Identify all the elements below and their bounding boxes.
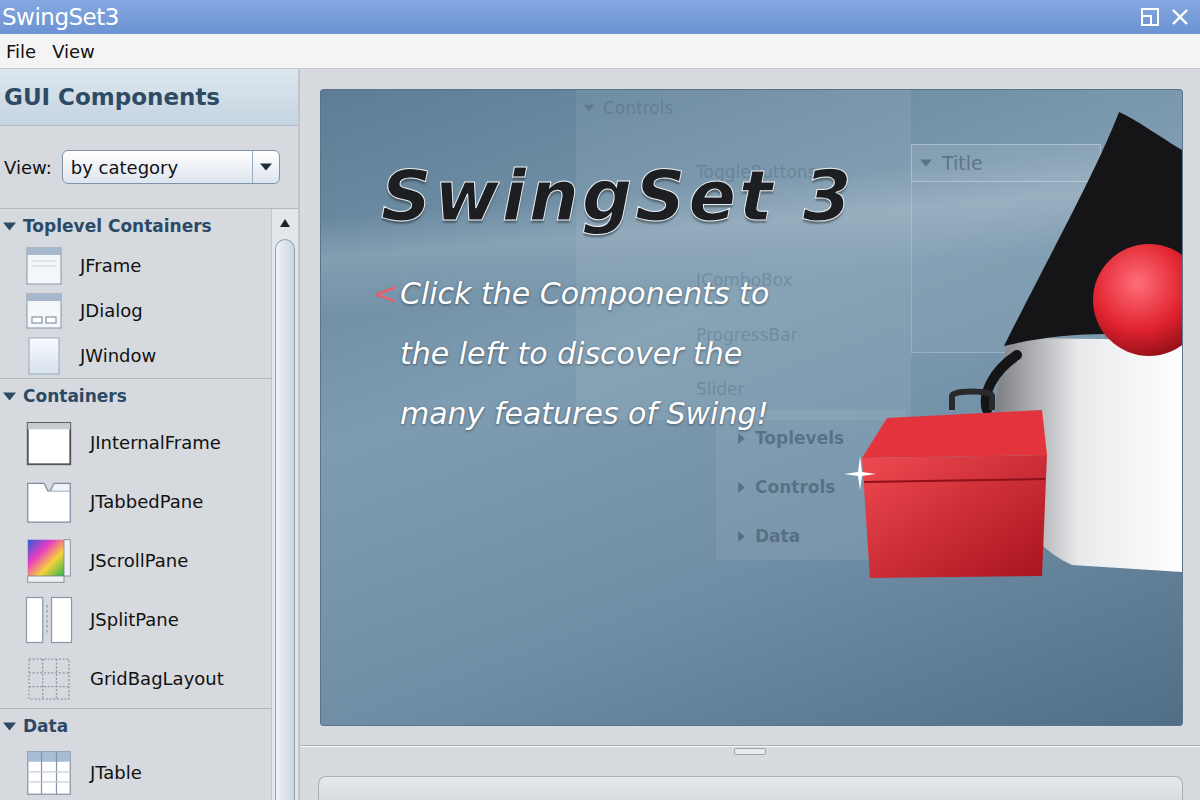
tagline-pointer: <: [373, 264, 400, 444]
scroll-up-button[interactable]: [272, 209, 298, 237]
scroll-thumb[interactable]: [275, 239, 295, 800]
ghost-arrow-icon: [920, 157, 932, 169]
dropdown-arrow-icon: [260, 161, 272, 173]
window-icon: [24, 336, 64, 376]
ghost-arrow-icon: [736, 433, 747, 444]
up-arrow-icon: [279, 218, 291, 228]
component-item[interactable]: JTable: [0, 743, 271, 800]
category-header[interactable]: Containers: [0, 378, 271, 413]
window-title: SwingSet3: [2, 4, 119, 30]
component-item[interactable]: JScrollPane: [0, 531, 271, 590]
divider-line: [300, 745, 1200, 746]
category-label: Toplevel Containers: [23, 216, 212, 236]
content: GUI Components View: by category Toplevel C…: [0, 69, 1200, 800]
component-item[interactable]: JFrame: [0, 243, 271, 288]
duke-mascot-icon: [842, 110, 1182, 580]
expand-arrow-icon: [3, 220, 16, 233]
combobox-arrow[interactable]: [252, 151, 279, 183]
component-label: JDialog: [80, 300, 143, 321]
combobox-value: by category: [63, 157, 178, 178]
swingset-window: SwingSet3 File View GUI Components View: by c…: [0, 0, 1200, 800]
ghost-column-title: Title: [942, 152, 983, 174]
tagline-line: many features of Swing!: [400, 384, 769, 444]
table-icon: [24, 748, 74, 798]
tagline-lines: Click the Components tothe left to disco…: [400, 264, 769, 444]
window-controls: [1140, 7, 1190, 27]
category: Toplevel Containers JFrame JDialog JWindow: [0, 209, 271, 378]
ghost-arrow-icon: [736, 482, 747, 493]
source-panel: [318, 776, 1183, 800]
tagline-line: the left to discover the: [400, 324, 769, 384]
category-label: Data: [23, 716, 68, 736]
menu-item[interactable]: File: [4, 39, 38, 64]
component-label: JScrollPane: [90, 550, 188, 571]
ghost-arrow-icon: [583, 102, 595, 114]
component-list-area: Toplevel Containers JFrame JDialog JWindow C…: [0, 209, 298, 800]
component-item[interactable]: JInternalFrame: [0, 413, 271, 472]
component-item[interactable]: JTabbedPane: [0, 472, 271, 531]
divider-handle[interactable]: [734, 748, 766, 755]
component-item[interactable]: GridBagLayout: [0, 649, 271, 708]
demo-area: ControlsToggleButtonsJComboBoxProgressBa…: [300, 69, 1200, 800]
frame-icon: [24, 246, 64, 286]
ghost-table-header: Title: [911, 144, 1101, 182]
expand-arrow-icon: [3, 390, 16, 403]
ghost-section: Toplevels: [736, 428, 844, 448]
list-scrollbar[interactable]: [271, 209, 298, 800]
view-combobox[interactable]: by category: [62, 150, 280, 184]
tabbedpane-icon: [24, 477, 74, 527]
ghost-header: Controls: [583, 98, 673, 118]
close-icon[interactable]: [1170, 7, 1190, 27]
view-row: View: by category: [0, 126, 298, 209]
component-label: JTabbedPane: [90, 491, 203, 512]
expand-arrow-icon: [3, 720, 16, 733]
view-label: View:: [4, 157, 52, 178]
split-divider[interactable]: [300, 726, 1200, 776]
splitpane-icon: [24, 595, 74, 645]
scrollpane-icon: [24, 536, 74, 586]
grid-icon: [24, 654, 74, 704]
category: Data JTable: [0, 708, 271, 800]
component-label: JFrame: [80, 255, 141, 276]
category-label: Containers: [23, 386, 127, 406]
component-item[interactable]: JWindow: [0, 333, 271, 378]
component-item[interactable]: JDialog: [0, 288, 271, 333]
category-header[interactable]: Data: [0, 708, 271, 743]
sidebar-title: GUI Components: [0, 69, 298, 126]
component-list: Toplevel Containers JFrame JDialog JWindow C…: [0, 209, 271, 800]
component-item[interactable]: JSplitPane: [0, 590, 271, 649]
category: Containers JInternalFrame JTabbedPane JScro…: [0, 378, 271, 708]
component-label: JWindow: [80, 345, 156, 366]
sidebar: GUI Components View: by category Toplevel C…: [0, 69, 300, 800]
component-label: JTable: [90, 762, 142, 783]
dialog-icon: [24, 291, 64, 331]
swingset-logo: SwingSet 3: [381, 160, 1182, 234]
internalframe-icon: [24, 418, 74, 468]
restore-icon[interactable]: [1140, 7, 1160, 27]
title-bar: SwingSet3: [0, 0, 1200, 34]
menu-bar: File View: [0, 34, 1200, 69]
ghost-section: Controls: [736, 477, 835, 497]
ghost-section: Data: [736, 526, 800, 546]
component-label: JInternalFrame: [90, 432, 221, 453]
menu-item[interactable]: View: [50, 39, 97, 64]
ghost-arrow-icon: [736, 531, 747, 542]
splash-screen: ControlsToggleButtonsJComboBoxProgressBa…: [320, 89, 1183, 726]
category-header[interactable]: Toplevel Containers: [0, 209, 271, 243]
tagline-line: Click the Components to: [400, 264, 769, 324]
component-label: GridBagLayout: [90, 668, 224, 689]
component-label: JSplitPane: [90, 609, 179, 630]
